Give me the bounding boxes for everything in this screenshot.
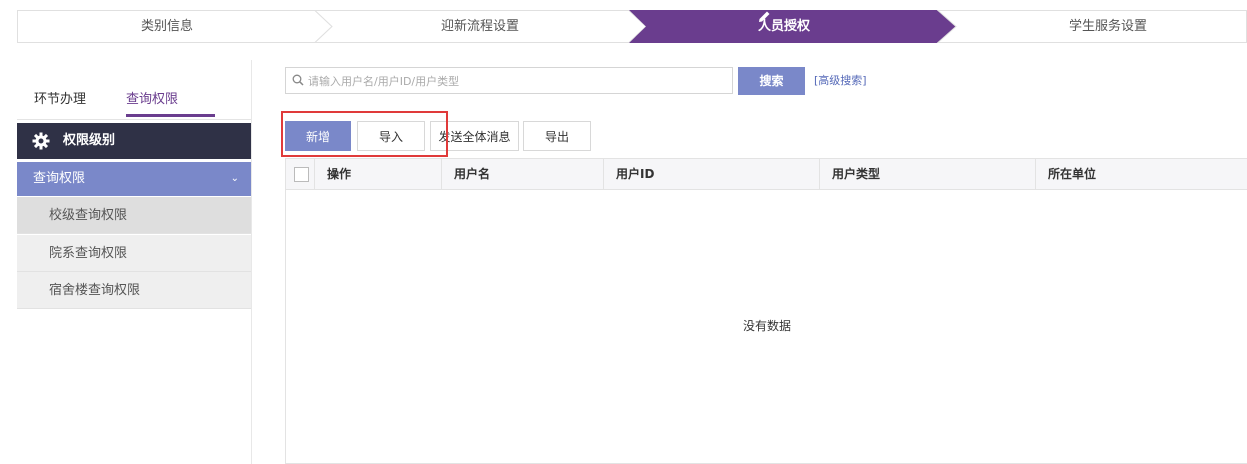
step-personnel-auth[interactable]: 人员授权 [758,10,810,43]
permission-level-title: 权限级别 [63,133,116,148]
search-box [285,67,733,94]
column-header-user-type[interactable]: 用户类型 [819,159,1035,190]
column-header-username[interactable]: 用户名 [441,159,603,190]
empty-table-message: 没有数据 [742,319,791,333]
user-table: 操作 用户名 用户ID 用户类型 所在单位 没有数据 [285,158,1247,464]
tab-step-handling[interactable]: 环节办理 [34,88,86,107]
active-tab-underline [126,114,215,117]
step-bar-shapes [17,10,1247,43]
menu-item-department-query[interactable]: 院系查询权限 [17,235,251,272]
column-header-department[interactable]: 所在单位 [1035,159,1247,190]
highlight-annotation-box [281,111,448,157]
search-input[interactable] [308,71,728,91]
step-enrollment-flow[interactable]: 迎新流程设置 [441,10,519,43]
menu-group-query-permission[interactable]: 查询权限 ⌄ [17,162,251,196]
search-button[interactable]: 搜索 [738,67,805,95]
gear-icon [32,132,50,150]
step-student-service[interactable]: 学生服务设置 [1069,10,1147,43]
menu-group-label: 查询权限 [33,171,86,186]
left-tab-bar: 环节办理 查询权限 [17,64,251,120]
menu-item-dorm-query[interactable]: 宿舍楼查询权限 [17,272,251,309]
column-header-user-id[interactable]: 用户ID [603,159,819,190]
chevron-down-icon: ⌄ [230,173,239,184]
select-all-checkbox[interactable] [294,167,309,182]
step-progress-bar: 类别信息 迎新流程设置 人员授权 学生服务设置 [17,10,1247,43]
permission-level-header: 权限级别 [17,123,251,159]
column-header-actions[interactable]: 操作 [314,159,441,190]
tab-query-permission[interactable]: 查询权限 [126,88,178,107]
pencil-icon [759,11,770,22]
export-button[interactable]: 导出 [523,121,591,151]
advanced-search-link[interactable]: [高级搜索] [814,72,867,88]
menu-item-school-query[interactable]: 校级查询权限 [17,197,251,234]
table-header: 操作 用户名 用户ID 用户类型 所在单位 [286,159,1247,190]
panel-divider [251,60,252,464]
step-category-info[interactable]: 类别信息 [141,10,193,43]
search-icon [292,74,304,86]
